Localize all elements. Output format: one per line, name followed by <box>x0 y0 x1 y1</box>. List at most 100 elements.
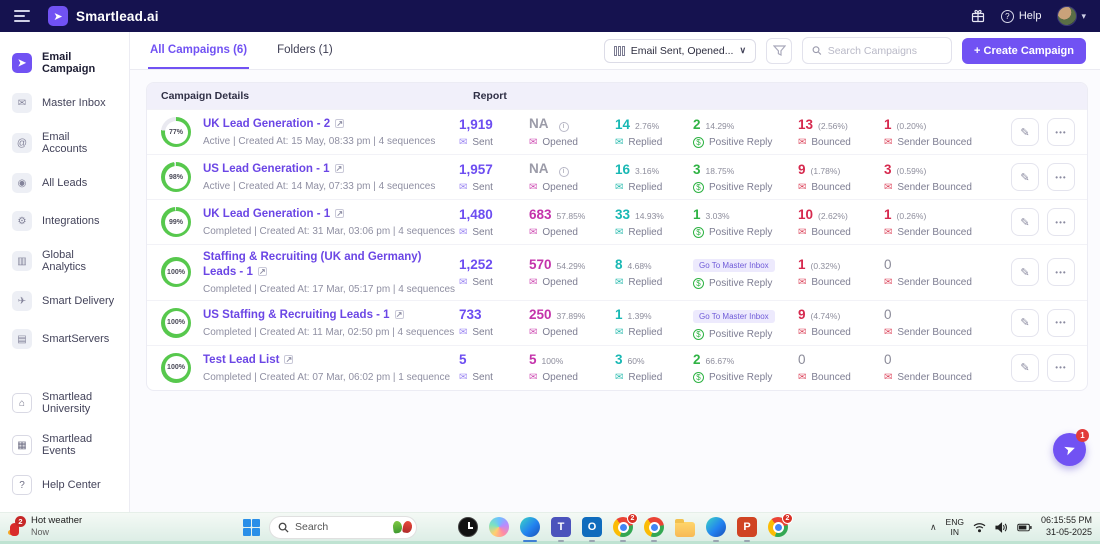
more-options-button[interactable]: ••• <box>1047 258 1075 287</box>
sidebar-item-smartservers[interactable]: ▤ SmartServers <box>0 320 129 358</box>
metric-sender-bounced: 0 ✉ Sender Bounced <box>884 256 972 288</box>
metric-sender-bounced: 3 (0.59%) ✉ Sender Bounced <box>884 161 972 193</box>
campaign-name-link[interactable]: Test Lead List ↗ <box>203 353 443 368</box>
info-icon[interactable]: i <box>558 166 569 177</box>
external-link-icon[interactable]: ↗ <box>257 266 267 276</box>
table-row: 100% Staffing & Recruiting (UK and Germa… <box>147 244 1087 300</box>
edit-campaign-button[interactable]: ✎ <box>1011 163 1039 191</box>
sidebar-item-smartlead-university[interactable]: ⌂ Smartlead University <box>0 382 129 424</box>
metric-sender-bounced: 0 ✉ Sender Bounced <box>884 352 972 384</box>
gift-icon[interactable] <box>971 9 985 23</box>
sidebar-item-help-center[interactable]: ? Help Center <box>0 466 129 504</box>
more-options-button[interactable]: ••• <box>1047 163 1075 191</box>
folder-icon[interactable] <box>674 516 696 538</box>
edit-campaign-button[interactable]: ✎ <box>1011 258 1039 287</box>
start-button[interactable] <box>243 518 260 536</box>
pencil-icon: ✎ <box>1020 216 1030 229</box>
tab-all-campaigns[interactable]: All Campaigns (6) <box>148 32 250 69</box>
search-input[interactable] <box>827 44 943 57</box>
taskbar-clock[interactable]: 06:15:55 PM 31-05-2025 <box>1041 515 1092 538</box>
sidebar-item-email-campaign[interactable]: ➤ Email Campaign <box>0 42 129 84</box>
pencil-icon: ✎ <box>1020 362 1030 375</box>
more-options-button[interactable]: ••• <box>1047 353 1075 382</box>
progress-ring: 77% <box>161 117 191 147</box>
campaign-name-link[interactable]: US Staffing & Recruiting Leads - 1 ↗ <box>203 308 443 323</box>
opened-envelope-icon: ✉ <box>529 226 538 238</box>
sidebar-item-global-analytics[interactable]: ▥ Global Analytics <box>0 240 129 282</box>
campaign-meta: Active | Created At: 14 May, 07:33 pm | … <box>203 180 436 192</box>
notification-badge: 1 <box>1076 429 1089 442</box>
weather-subtitle: Now <box>31 527 50 538</box>
edit-campaign-button[interactable]: ✎ <box>1011 208 1039 236</box>
columns-dropdown[interactable]: Email Sent, Opened... ∨ <box>603 38 757 63</box>
sidebar-item-email-accounts[interactable]: @ Email Accounts <box>0 122 129 164</box>
help-button[interactable]: ? Help <box>1000 9 1041 23</box>
metric-opened: NA i ✉ Opened <box>529 116 578 148</box>
create-campaign-button[interactable]: + Create Campaign <box>962 37 1086 64</box>
outlook-icon[interactable]: O <box>581 516 603 542</box>
external-link-icon[interactable]: ↗ <box>284 354 294 364</box>
sidebar-item-smartlead-events[interactable]: ▦ Smartlead Events <box>0 424 129 466</box>
edge-icon-2[interactable] <box>705 516 727 542</box>
sidebar-item-integrations[interactable]: ⚙ Integrations <box>0 202 129 240</box>
external-link-icon[interactable]: ↗ <box>334 164 344 174</box>
pencil-icon: ✎ <box>1020 317 1030 330</box>
hamburger-menu-icon[interactable] <box>14 10 30 22</box>
teams-icon[interactable]: T <box>550 516 572 542</box>
top-header: ➤ Smartlead.ai ? Help ▾ <box>0 0 1100 32</box>
campaign-name-link[interactable]: UK Lead Generation - 1 ↗ <box>203 207 443 222</box>
language-indicator[interactable]: ENG IN <box>946 517 964 537</box>
replied-envelope-icon: ✉ <box>615 181 624 193</box>
campaign-name-link[interactable]: UK Lead Generation - 2 ↗ <box>203 117 435 132</box>
campaign-name-link[interactable]: Staffing & Recruiting (UK and Germany) L… <box>203 250 443 280</box>
bounced-envelope-icon: ✉ <box>798 372 807 384</box>
more-options-button[interactable]: ••• <box>1047 118 1075 146</box>
battery-icon[interactable] <box>1017 523 1032 532</box>
ellipsis-icon: ••• <box>1055 172 1067 182</box>
edge-browser-icon-active[interactable] <box>519 516 541 542</box>
info-icon[interactable]: i <box>558 121 569 132</box>
metric-positive-reply: 266.67% Go To Master Inbox $Positive Rep… <box>693 352 773 384</box>
taskbar-search[interactable]: Search <box>269 515 417 539</box>
chrome-icon-2[interactable] <box>643 516 665 542</box>
campaign-name-link[interactable]: US Lead Generation - 1 ↗ <box>203 162 435 177</box>
sidebar-item-master-inbox[interactable]: ✉ Master Inbox <box>0 84 129 122</box>
go-to-master-inbox-pill[interactable]: Go To Master Inbox <box>693 309 775 323</box>
more-options-button[interactable]: ••• <box>1047 208 1075 236</box>
powerpoint-icon[interactable]: P <box>736 516 758 542</box>
metric-replied: 3 60% ✉ Replied <box>615 352 663 384</box>
tab-folders[interactable]: Folders (1) <box>275 32 335 69</box>
edit-campaign-button[interactable]: ✎ <box>1011 118 1039 146</box>
tray-chevron-up-icon[interactable]: ∧ <box>930 522 937 533</box>
sidebar-item-smart-delivery[interactable]: ✈ Smart Delivery <box>0 282 129 320</box>
weather-widget[interactable]: 2 Hot weather Now <box>0 515 82 538</box>
edit-campaign-button[interactable]: ✎ <box>1011 308 1039 337</box>
campaign-search[interactable] <box>802 37 953 64</box>
chrome-icon[interactable]: 2 <box>612 513 638 542</box>
go-to-master-inbox-pill[interactable]: Go To Master Inbox <box>693 259 775 273</box>
smartlead-chat-button[interactable]: ➤ 1 <box>1053 429 1089 466</box>
dollar-icon: $ <box>693 372 704 384</box>
copilot-icon[interactable] <box>488 516 510 538</box>
file-explorer-icon[interactable] <box>426 516 448 538</box>
volume-icon[interactable] <box>995 521 1008 533</box>
account-menu[interactable]: ▾ <box>1057 6 1086 26</box>
metric-replied: 8 4.68% ✉ Replied <box>615 256 663 288</box>
smartlead-logo-icon[interactable]: ➤ <box>48 6 68 26</box>
metric-sent: 1,252 ✉ Sent <box>459 256 493 288</box>
external-link-icon[interactable]: ↗ <box>394 309 404 319</box>
sidebar-item-all-leads[interactable]: ◉ All Leads <box>0 164 129 202</box>
external-link-icon[interactable]: ↗ <box>335 209 345 219</box>
clock-app-icon[interactable] <box>457 516 479 538</box>
external-link-icon[interactable]: ↗ <box>335 119 345 129</box>
dollar-icon: $ <box>693 278 704 290</box>
sent-envelope-icon: ✉ <box>459 226 468 238</box>
edit-campaign-button[interactable]: ✎ <box>1011 353 1039 382</box>
wifi-icon[interactable] <box>973 522 986 533</box>
ellipsis-icon: ••• <box>1055 318 1067 328</box>
bounced-envelope-icon: ✉ <box>798 226 807 238</box>
more-options-button[interactable]: ••• <box>1047 308 1075 337</box>
filter-button[interactable] <box>766 37 793 64</box>
chrome-icon-3[interactable]: 2 <box>767 513 793 538</box>
dollar-icon: $ <box>693 136 704 148</box>
